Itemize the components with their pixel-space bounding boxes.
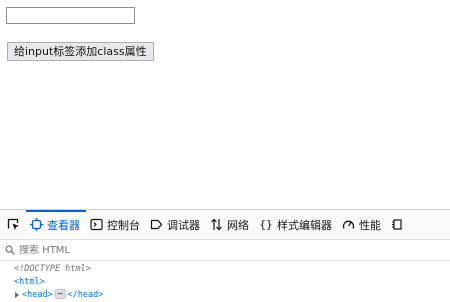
tab-inspector-label: 查看器: [47, 218, 80, 232]
markup-html-node[interactable]: <html>: [0, 276, 450, 289]
devtools-toolbar: 查看器 控制台 调试器 网络 {} 样式编辑器 性能: [0, 210, 450, 240]
head-close-tag: </head>: [67, 290, 104, 300]
debugger-icon: [150, 218, 163, 231]
text-input[interactable]: [6, 7, 135, 24]
tab-style-editor[interactable]: {} 样式编辑器: [255, 210, 338, 239]
head-open-tag: <head>: [22, 290, 53, 300]
search-icon: [5, 245, 15, 255]
tab-console-label: 控制台: [107, 218, 140, 232]
markup-view: <!DOCTYPE html> <html> <head> ⋯ </head>: [0, 261, 450, 302]
html-search-bar: [0, 240, 450, 261]
page-content: 给input标签添加class属性: [0, 0, 450, 209]
memory-icon: [391, 218, 404, 231]
inspector-icon: [30, 218, 43, 231]
network-icon: [210, 218, 223, 231]
html-search-input[interactable]: [19, 244, 319, 256]
performance-icon: [342, 218, 355, 231]
tab-performance[interactable]: 性能: [338, 210, 387, 239]
tab-inspector[interactable]: 查看器: [26, 210, 86, 239]
style-editor-icon: {}: [259, 218, 273, 231]
add-class-button[interactable]: 给input标签添加class属性: [7, 42, 154, 61]
tab-debugger[interactable]: 调试器: [146, 210, 206, 239]
tab-performance-label: 性能: [359, 218, 381, 232]
collapsed-content-badge[interactable]: ⋯: [54, 289, 66, 299]
tab-overflow[interactable]: [387, 210, 410, 239]
tab-network-label: 网络: [227, 218, 249, 232]
markup-doctype[interactable]: <!DOCTYPE html>: [0, 263, 450, 276]
console-icon: [90, 218, 103, 231]
devtools-panel: 查看器 控制台 调试器 网络 {} 样式编辑器 性能 搜索 HTML <!DOC…: [0, 209, 450, 300]
tab-network[interactable]: 网络: [206, 210, 255, 239]
tab-style-editor-label: 样式编辑器: [277, 218, 332, 232]
markup-head-node[interactable]: <head> ⋯ </head>: [0, 289, 450, 302]
element-picker-icon: [7, 218, 19, 230]
expand-toggle-icon[interactable]: [15, 292, 19, 298]
tab-console[interactable]: 控制台: [86, 210, 146, 239]
element-picker-button[interactable]: [0, 210, 26, 239]
tab-debugger-label: 调试器: [167, 218, 200, 232]
